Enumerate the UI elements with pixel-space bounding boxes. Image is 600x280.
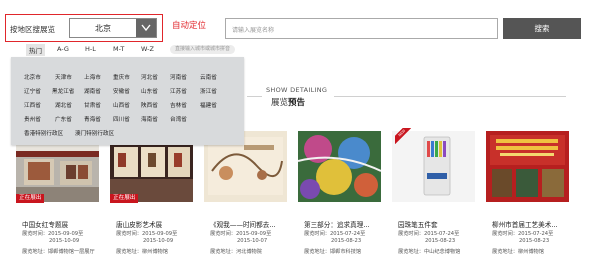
exhibition-date-start: 展览时间：2015-09-09至 [22,231,84,237]
section-title-cn-normal: 展览 [271,98,289,108]
province-item[interactable]: 海南省 [141,115,158,123]
tab-hot[interactable]: 热门 [26,44,45,56]
province-item[interactable]: 黑龙江省 [52,87,74,95]
province-item[interactable]: 贵州省 [24,115,41,123]
section-title-cn: 展览预告 [271,96,305,108]
province-item[interactable]: 福建省 [200,101,217,109]
province-item[interactable]: 香港特别行政区 [24,129,63,137]
exhibition-title[interactable]: 唐山皮影艺术展 [116,219,162,229]
exhibition-title[interactable]: 《观我——时间都去... [210,219,276,229]
search-input-placeholder: 请输入展览名称 [232,27,275,34]
city-select[interactable]: 北京 [69,18,157,38]
search-button[interactable]: 搜索 [503,18,581,39]
province-item[interactable]: 吉林省 [170,101,187,109]
exhibition-date-start: 展览时间：2015-09-09至 [116,231,178,237]
tab-m-t[interactable]: M-T [113,45,124,53]
province-item[interactable]: 天津市 [55,73,72,81]
exhibition-address: 展览地址：柳州博物馆 [492,249,544,255]
section-divider-right [334,96,566,97]
province-item[interactable]: 湖南省 [84,87,101,95]
exhibition-date-end: 2015-08-23 [519,238,550,244]
exhibition-date-end: 2015-08-23 [425,238,456,244]
exhibition-date-start: 展览时间：2015-07-24至 [304,231,366,237]
exhibition-address: 展览地址：邯郸博物馆一层展厅 [22,249,95,255]
search-input[interactable]: 请输入展览名称 [225,18,498,39]
section-title-cn-bold: 预告 [288,98,306,108]
exhibition-title[interactable]: 中国女红专题展 [22,219,68,229]
province-item[interactable]: 浙江省 [200,87,217,95]
exhibition-date-end: 2015-10-09 [49,238,80,244]
province-item[interactable]: 上海市 [84,73,101,81]
exhibition-address: 展览地址：河北博物院 [210,249,262,255]
exhibition-address: 展览地址：中山纪念博物馆 [398,249,461,255]
tab-w-z[interactable]: W-Z [141,45,154,53]
section-divider-left [247,96,262,97]
province-item[interactable]: 北京市 [24,73,41,81]
section-title-en: SHOW DETAILING [266,86,328,94]
province-item[interactable]: 重庆市 [113,73,130,81]
province-item[interactable]: 陕西省 [141,101,158,109]
province-dropdown: 北京市 天津市 上海市 重庆市 河北省 河南省 云南省 辽宁省 黑龙江省 湖南省… [11,57,244,145]
new-ribbon: NEW [395,128,411,144]
province-item[interactable]: 河南省 [170,73,187,81]
exhibition-address: 展览地址：邯郸市科技馆 [304,249,362,255]
province-item[interactable]: 山西省 [113,101,130,109]
tab-a-g[interactable]: A-G [57,45,69,53]
exhibition-image[interactable] [486,131,569,202]
chevron-down-icon[interactable] [136,19,156,37]
exhibition-date-start: 展览时间：2015-07-24至 [492,231,554,237]
exhibition-image[interactable] [298,131,381,202]
exhibition-title[interactable]: 第三部分：追求真理... [304,219,370,229]
auto-locate-link[interactable]: 自动定位 [172,19,206,31]
province-item[interactable]: 河北省 [141,73,158,81]
exhibition-title[interactable]: 园珠笔五件套 [398,219,438,229]
region-search-label: 按地区搜展览 [10,25,55,34]
region-search-box: 按地区搜展览 北京 [5,14,163,42]
city-select-value: 北京 [95,24,111,33]
province-item[interactable]: 台湾省 [170,115,187,123]
exhibition-date-end: 2015-10-09 [143,238,174,244]
exhibition-title[interactable]: 柳州市首届工艺美术... [492,219,558,229]
city-input-hint: 直接输入城市或城市拼音 [170,45,236,54]
tab-h-l[interactable]: H-L [85,45,96,53]
exhibition-date-end: 2015-08-23 [331,238,362,244]
exhibition-date-end: 2015-10-07 [237,238,268,244]
province-item[interactable]: 江苏省 [170,87,187,95]
province-item[interactable]: 湖北省 [55,101,72,109]
exhibition-address: 展览地址：柳州博物馆 [116,249,168,255]
province-item[interactable]: 云南省 [200,73,217,81]
province-item[interactable]: 安徽省 [113,87,130,95]
exhibition-date-start: 展览时间：2015-07-24至 [398,231,460,237]
province-item[interactable]: 澳门特别行政区 [75,129,114,137]
exhibition-date-start: 展览时间：2015-09-09至 [210,231,272,237]
province-item[interactable]: 山东省 [141,87,158,95]
province-item[interactable]: 四川省 [113,115,130,123]
province-item[interactable]: 广东省 [55,115,72,123]
province-item[interactable]: 青海省 [84,115,101,123]
status-badge: 正在展出 [110,194,139,203]
province-item[interactable]: 江西省 [24,101,41,109]
province-item[interactable]: 辽宁省 [24,87,41,95]
status-badge: 正在展出 [16,194,45,203]
province-item[interactable]: 甘肃省 [84,101,101,109]
new-ribbon-label: NEW [395,128,411,144]
